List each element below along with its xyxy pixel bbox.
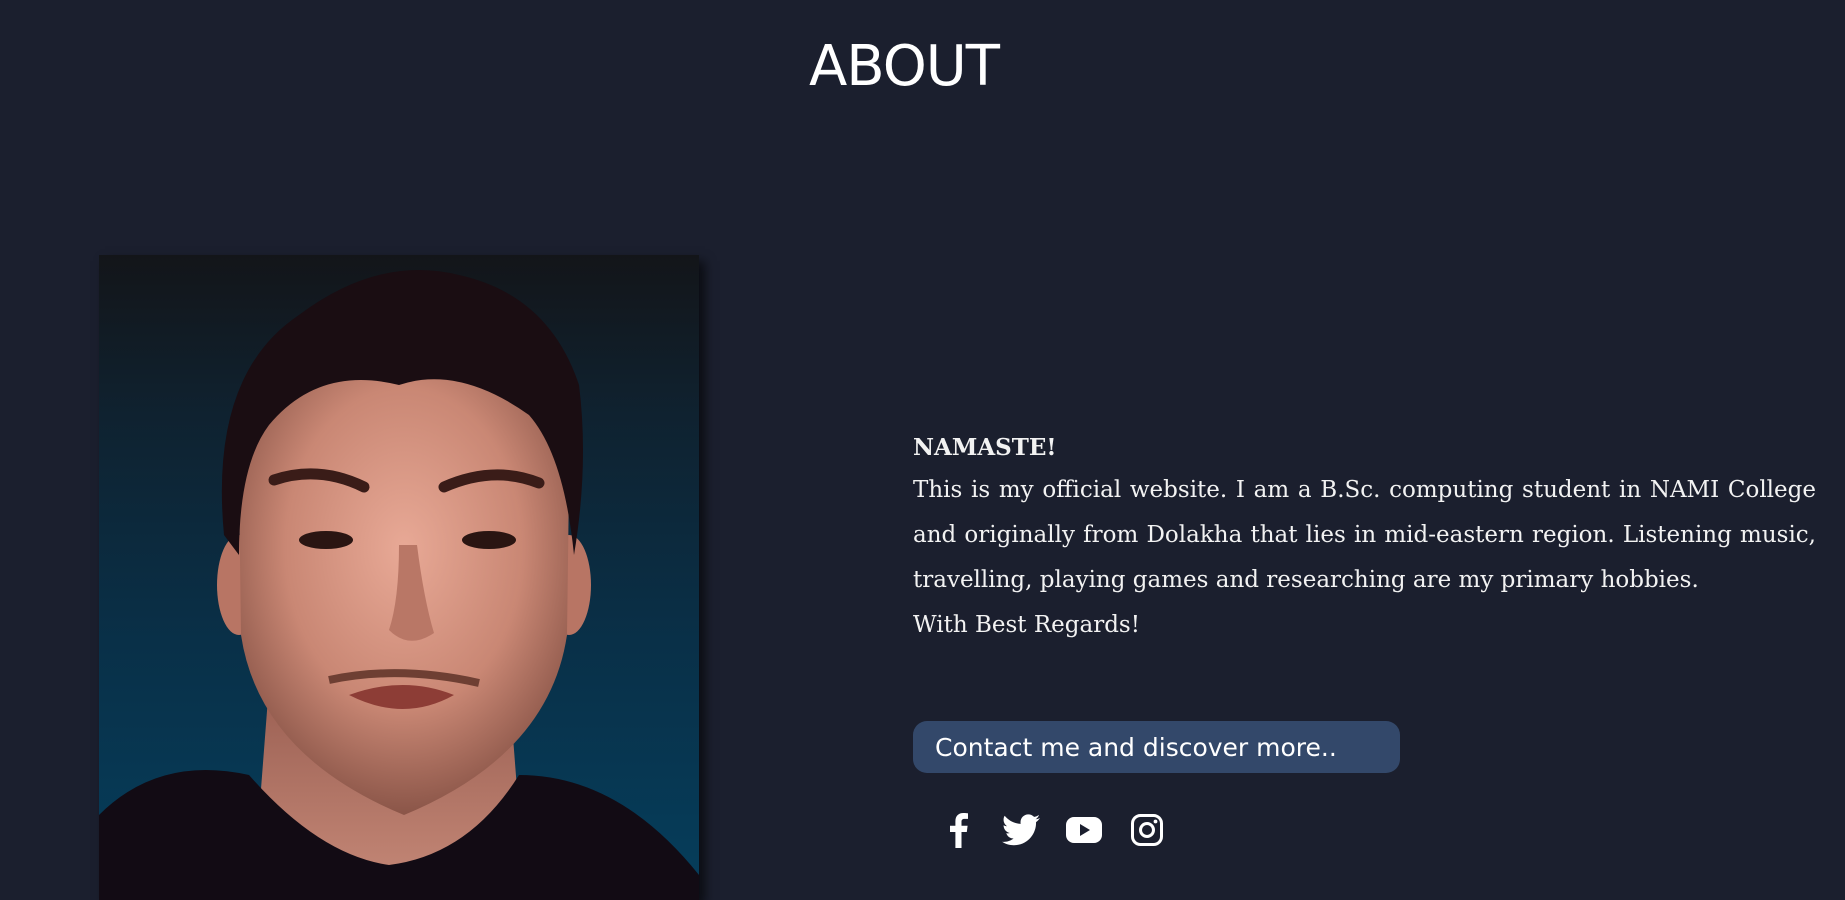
regards-text: With Best Regards! (913, 612, 1140, 638)
facebook-link[interactable] (937, 811, 979, 853)
youtube-link[interactable] (1063, 811, 1105, 853)
twitter-link[interactable] (1000, 811, 1042, 853)
social-links (937, 810, 1189, 854)
facebook-icon (946, 812, 970, 852)
greeting: NAMASTE! (913, 434, 1057, 461)
twitter-icon (1002, 814, 1040, 850)
profile-photo (99, 255, 699, 900)
youtube-icon (1065, 816, 1103, 848)
contact-button[interactable]: Contact me and discover more.. (913, 721, 1400, 773)
instagram-link[interactable] (1126, 811, 1168, 853)
instagram-icon (1130, 813, 1164, 851)
page-title: ABOUT (808, 34, 1000, 99)
about-content: NAMASTE! This is my official website. I … (913, 428, 1816, 648)
bio-paragraph: This is my official website. I am a B.Sc… (913, 477, 1816, 593)
